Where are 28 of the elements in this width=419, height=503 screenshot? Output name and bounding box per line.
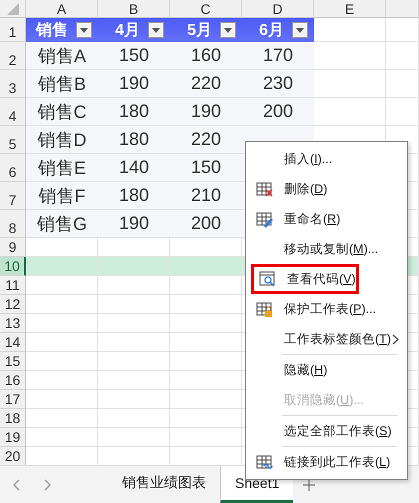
table-cell: 190 — [98, 210, 170, 238]
table-cell: 220 — [170, 126, 242, 154]
table-cell: 160 — [170, 42, 242, 70]
table-cell: 150 — [170, 154, 242, 182]
table-cell: 200 — [170, 210, 242, 238]
table-cell: 180 — [98, 98, 170, 126]
table-cell: 销售B — [26, 70, 98, 98]
table-cell: 150 — [98, 42, 170, 70]
table-cell: 180 — [98, 126, 170, 154]
table-cell: 190 — [98, 70, 170, 98]
table-cell: 230 — [242, 70, 314, 98]
table-cell: 190 — [170, 98, 242, 126]
table-cell: 销售A — [26, 42, 98, 70]
header-text: 6月 — [259, 20, 284, 40]
table-cell: 销售F — [26, 182, 98, 210]
table-cell: 销售G — [26, 210, 98, 238]
table-cell: 170 — [242, 42, 314, 70]
table-cell: 220 — [170, 70, 242, 98]
table-cell: 销售E — [26, 154, 98, 182]
table-cell: 销售D — [26, 126, 98, 154]
table-cell: 销售C — [26, 98, 98, 126]
header-text: 4月 — [115, 20, 140, 40]
table-cell: 180 — [98, 182, 170, 210]
table-cell: 200 — [242, 98, 314, 126]
table-cell: 140 — [98, 154, 170, 182]
header-text: 5月 — [187, 20, 212, 40]
header-text: 销售 — [36, 20, 68, 40]
table-cell: 210 — [170, 182, 242, 210]
